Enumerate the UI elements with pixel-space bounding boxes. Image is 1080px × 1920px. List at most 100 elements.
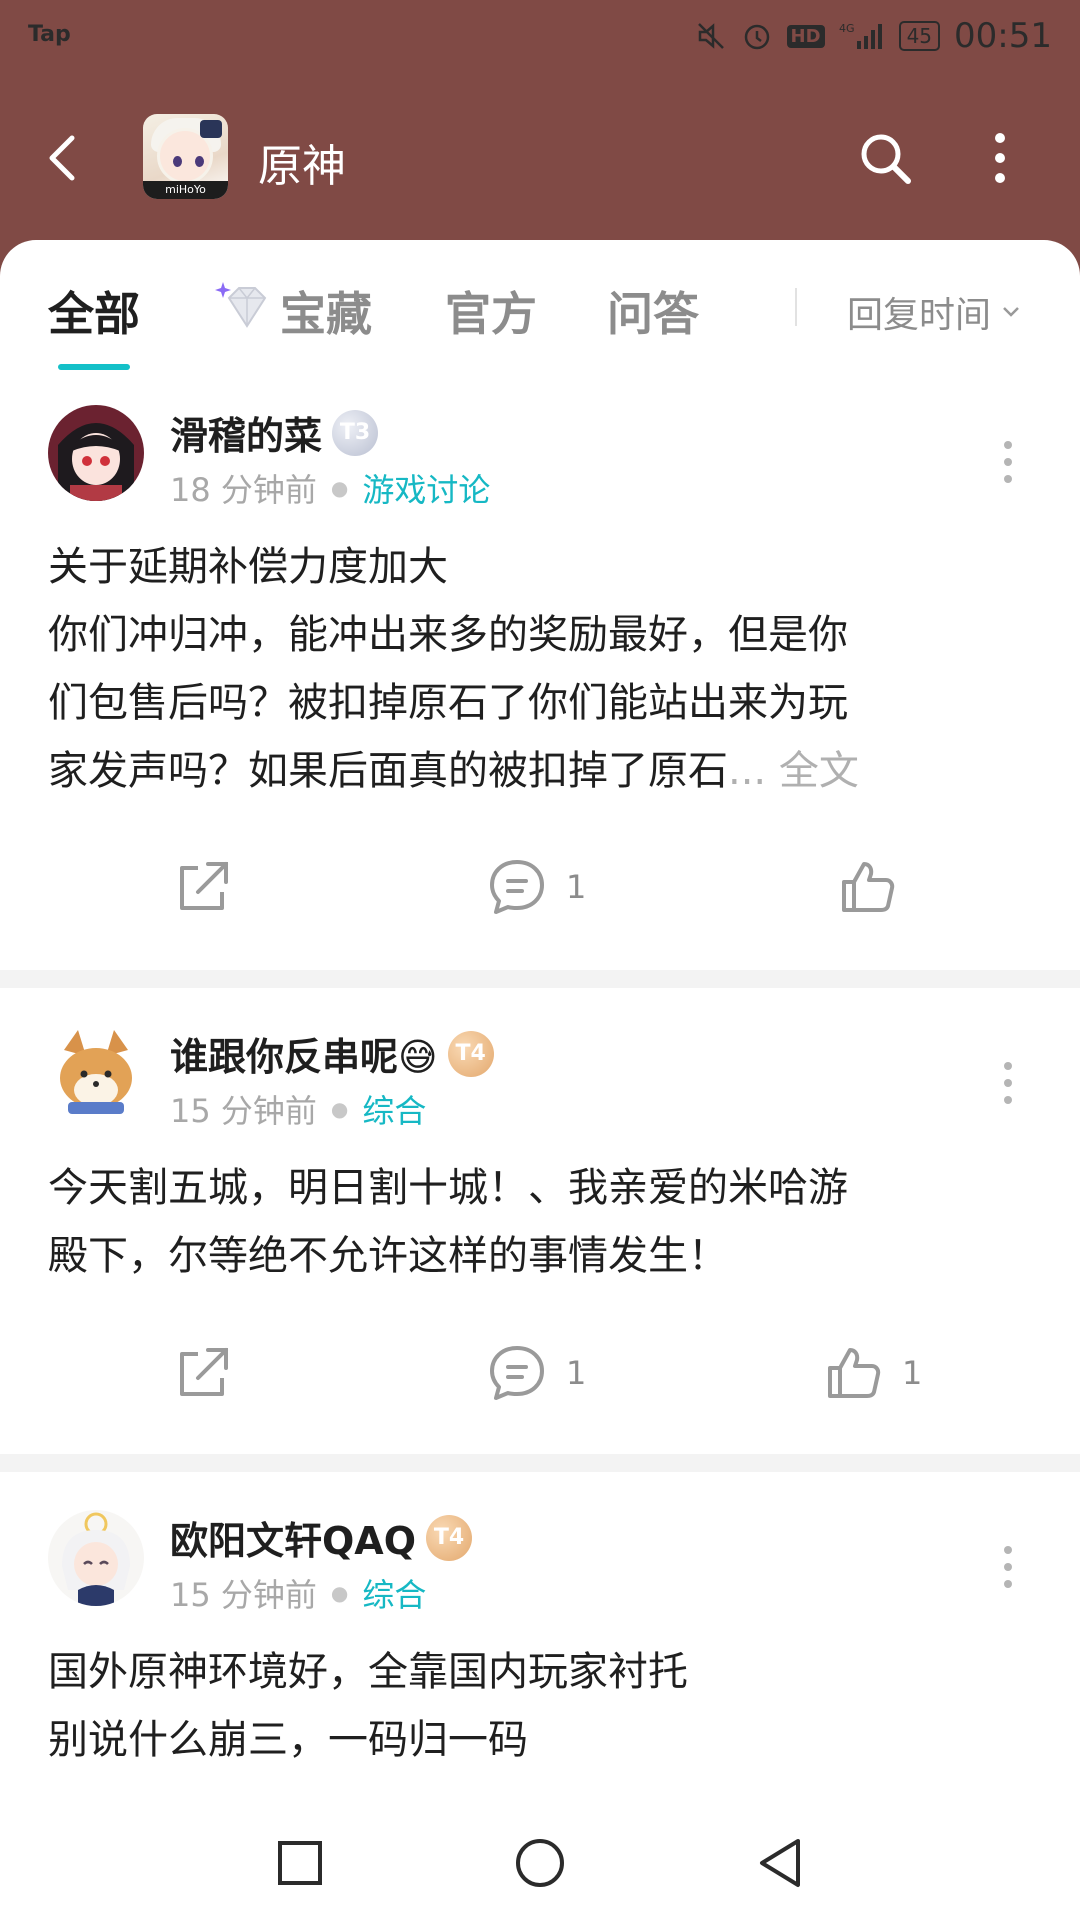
post-line: 家发声吗？如果后面真的被扣掉了原石... 全文 [48, 737, 1038, 805]
triangle-back-icon [760, 1839, 800, 1887]
comment-count: 1 [566, 1354, 587, 1392]
network-type: 4G [839, 22, 855, 35]
avatar[interactable] [48, 405, 144, 501]
chevron-down-icon [1003, 307, 1019, 317]
post-line: 你们冲归冲，能冲出来多的奖励最好，但是你 [48, 612, 848, 658]
post-meta: 15 分钟前 ● 综合 [170, 1570, 426, 1616]
search-icon [861, 134, 911, 184]
read-full-link[interactable]: 全文 [779, 748, 859, 794]
like-button[interactable]: 1 [822, 1333, 922, 1413]
meta-dot: ● [330, 1097, 349, 1121]
post-more-button[interactable] [996, 437, 1020, 487]
tab-bar: 全部 宝藏 官方 问答 回复时间 [0, 240, 1080, 370]
meta-dot: ● [330, 476, 349, 500]
post-line-text: 家发声吗？如果后面真的被扣掉了原石 [48, 748, 728, 794]
like-count: 1 [902, 1354, 923, 1392]
post-time: 15 分钟前 [170, 1092, 317, 1130]
diamond-icon [215, 276, 275, 336]
post-category[interactable]: 游戏讨论 [362, 465, 490, 511]
post-author[interactable]: 谁跟你反串呢😅 T4 [170, 1026, 494, 1081]
sort-dropdown[interactable]: 回复时间 [847, 286, 1021, 338]
share-button[interactable] [172, 847, 234, 927]
tab-all[interactable]: 全部 [48, 278, 140, 344]
home-button[interactable] [510, 1833, 570, 1893]
username[interactable]: 谁跟你反串呢😅 [170, 1026, 438, 1081]
tab-official[interactable]: 官方 [445, 278, 537, 344]
like-button[interactable] [836, 847, 916, 927]
post-body[interactable]: 国外原神环境好，全靠国内玩家衬托 别说什么崩三，一码归一码 [48, 1638, 1038, 1774]
app-icon[interactable]: miHoYo [143, 114, 228, 199]
post-line: 今天割五城，明日割十城！、我亲爱的米哈游 [48, 1165, 848, 1211]
search-button[interactable] [855, 128, 915, 188]
hd-icon: HD [786, 24, 825, 48]
post-more-button[interactable] [996, 1058, 1020, 1108]
thumbs-up-icon [828, 1348, 881, 1398]
ellipsis: ... [728, 748, 779, 794]
share-button[interactable] [172, 1333, 234, 1413]
post-line: 别说什么崩三，一码归一码 [48, 1717, 528, 1763]
post-category[interactable]: 综合 [362, 1086, 426, 1132]
system-nav-bar [0, 1805, 1080, 1920]
post-meta: 15 分钟前 ● 综合 [170, 1086, 426, 1132]
more-options-button[interactable] [975, 128, 1025, 188]
level-badge: T3 [332, 409, 379, 456]
system-back-button[interactable] [750, 1833, 810, 1893]
post-actions: 1 [0, 847, 1080, 927]
post-line: 们包售后吗？被扣掉原石了你们能站出来为玩 [48, 680, 848, 726]
username[interactable]: 欧阳文轩QAQ [170, 1510, 416, 1565]
post-more-button[interactable] [996, 1542, 1020, 1592]
comment-icon [490, 860, 544, 914]
post-author[interactable]: 滑稽的菜 T3 [170, 405, 379, 460]
share-icon [180, 1348, 228, 1396]
post-separator [0, 970, 1080, 988]
post-time: 15 分钟前 [170, 1576, 317, 1614]
page-title: 原神 [258, 141, 346, 192]
thumbs-up-icon [842, 862, 895, 912]
post-line: 关于延期补偿力度加大 [48, 544, 448, 590]
alarm-icon [741, 20, 773, 52]
more-vertical-icon [1004, 1546, 1012, 1588]
comment-icon [490, 1346, 544, 1400]
status-bar: Tap HD 4G 45 00:51 [0, 0, 1080, 72]
signal-icon: 4G [839, 20, 885, 52]
share-icon [180, 862, 228, 910]
post-body[interactable]: 关于延期补偿力度加大 你们冲归冲，能冲出来多的奖励最好，但是你 们包售后吗？被扣… [48, 533, 1038, 805]
tab-divider [795, 288, 797, 326]
comment-count: 1 [566, 868, 587, 906]
mute-icon [695, 20, 727, 52]
avatar[interactable] [48, 1026, 144, 1122]
active-tab-indicator [58, 364, 130, 370]
status-app-label: Tap [28, 22, 71, 47]
level-badge: T4 [426, 1514, 473, 1561]
post-separator [0, 1454, 1080, 1472]
more-vertical-icon [995, 133, 1005, 183]
app-icon-brand: miHoYo [143, 181, 228, 199]
more-vertical-icon [1004, 441, 1012, 483]
tab-treasure[interactable]: 宝藏 [280, 278, 372, 344]
meta-dot: ● [330, 1581, 349, 1605]
post-line: 国外原神环境好，全靠国内玩家衬托 [48, 1649, 688, 1695]
post-body[interactable]: 今天割五城，明日割十城！、我亲爱的米哈游 殿下，尔等绝不允许这样的事情发生！ [48, 1154, 1038, 1290]
app-header: miHoYo 原神 [0, 110, 1080, 205]
username[interactable]: 滑稽的菜 [170, 405, 322, 460]
more-vertical-icon [1004, 1062, 1012, 1104]
post-actions: 1 1 [0, 1333, 1080, 1413]
back-button[interactable] [40, 128, 90, 188]
recent-apps-button[interactable] [270, 1833, 330, 1893]
square-icon [278, 1841, 322, 1885]
post-meta: 18 分钟前 ● 游戏讨论 [170, 465, 490, 511]
circle-icon [516, 1839, 564, 1887]
level-badge: T4 [447, 1030, 494, 1077]
battery-level: 45 [898, 21, 941, 51]
avatar[interactable] [48, 1510, 144, 1606]
comment-button[interactable]: 1 [486, 847, 586, 927]
post-author[interactable]: 欧阳文轩QAQ T4 [170, 1510, 473, 1565]
main-content: 全部 宝藏 官方 问答 回复时间 滑稽的菜 T3 18 分钟前 ● 游戏讨论 关… [0, 240, 1080, 1920]
post-time: 18 分钟前 [170, 471, 317, 509]
clock: 00:51 [954, 16, 1052, 56]
post-line: 殿下，尔等绝不允许这样的事情发生！ [48, 1233, 728, 1279]
sort-label: 回复时间 [847, 295, 992, 336]
comment-button[interactable]: 1 [486, 1333, 586, 1413]
post-category[interactable]: 综合 [362, 1570, 426, 1616]
tab-qa[interactable]: 问答 [607, 278, 699, 344]
